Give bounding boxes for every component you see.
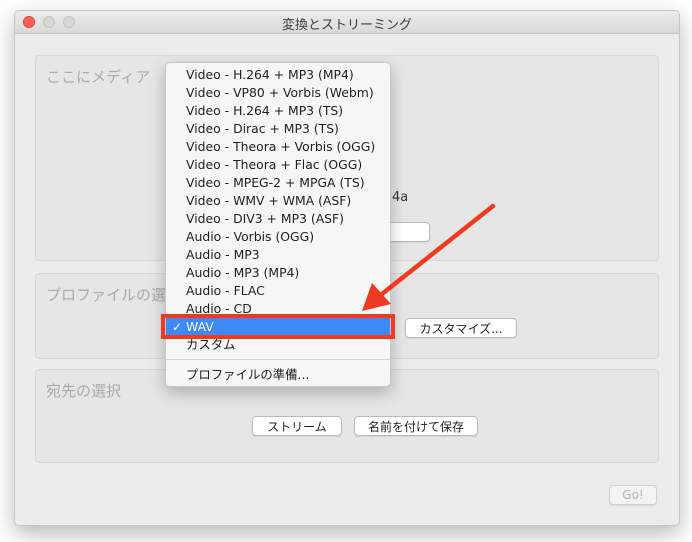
- highlight-box: [161, 314, 395, 339]
- menu-item[interactable]: Video - VP80 + Vorbis (Webm): [166, 84, 390, 102]
- menu-item[interactable]: Video - Theora + Vorbis (OGG): [166, 138, 390, 156]
- menu-item[interactable]: Video - Theora + Flac (OGG): [166, 156, 390, 174]
- menu-item[interactable]: Audio - Vorbis (OGG): [166, 228, 390, 246]
- menu-item[interactable]: Video - H.264 + MP3 (MP4): [166, 66, 390, 84]
- menu-item[interactable]: Audio - MP3 (MP4): [166, 264, 390, 282]
- menu-item[interactable]: Video - MPEG-2 + MPGA (TS): [166, 174, 390, 192]
- destination-section-title: 宛先の選択: [46, 382, 122, 400]
- media-button[interactable]: [386, 222, 430, 242]
- media-section-title: ここにメディア: [46, 68, 150, 86]
- menu-item[interactable]: Audio - FLAC: [166, 282, 390, 300]
- title-bar: 変換とストリーミング: [15, 11, 679, 34]
- menu-item[interactable]: Video - H.264 + MP3 (TS): [166, 102, 390, 120]
- save-as-button[interactable]: 名前を付けて保存: [354, 416, 478, 436]
- menu-item[interactable]: Video - Dirac + MP3 (TS): [166, 120, 390, 138]
- menu-item[interactable]: Audio - MP3: [166, 246, 390, 264]
- menu-item-prepare-profile[interactable]: プロファイルの準備...: [166, 366, 390, 384]
- media-file-text: 4a: [392, 190, 409, 205]
- menu-separator: [166, 359, 390, 360]
- window-title: 変換とストリーミング: [281, 18, 412, 33]
- profile-section-title: プロファイルの選: [46, 286, 167, 304]
- menu-item[interactable]: Video - DIV3 + MP3 (ASF): [166, 210, 390, 228]
- stream-button[interactable]: ストリーム: [252, 416, 342, 436]
- menu-item[interactable]: Video - WMV + WMA (ASF): [166, 192, 390, 210]
- customize-button[interactable]: カスタマイズ...: [405, 318, 517, 338]
- go-button[interactable]: Go!: [609, 485, 657, 505]
